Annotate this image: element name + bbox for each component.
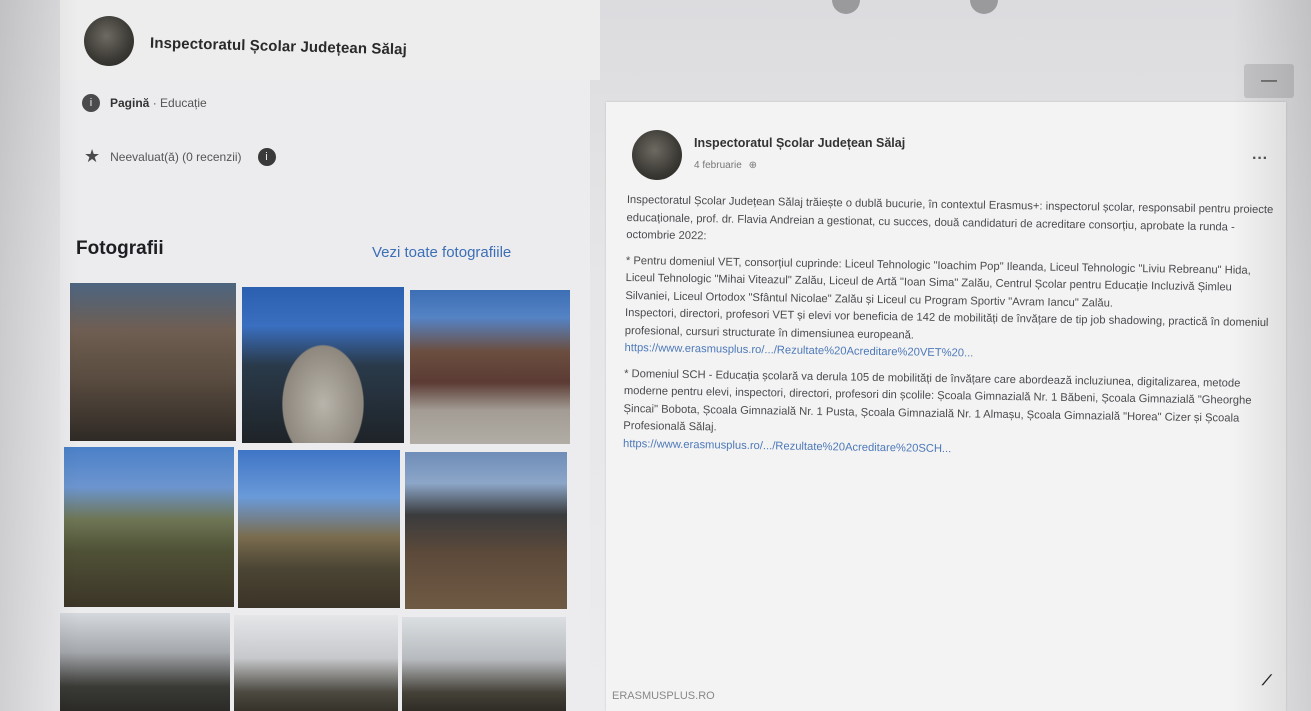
minimize-button[interactable]: —: [1244, 64, 1294, 98]
category-value[interactable]: Educație: [160, 96, 207, 110]
photo-thumbnail[interactable]: [242, 287, 404, 443]
photo-thumbnail[interactable]: [405, 452, 567, 609]
photo-thumbnail[interactable]: [64, 447, 234, 607]
category-row: i Pagină · Educație: [82, 94, 207, 112]
post-text: Inspectoratul Școlar Județean Sălaj trăi…: [623, 192, 1277, 471]
photo-thumbnail[interactable]: [60, 613, 230, 711]
post-link[interactable]: https://www.erasmusplus.ro/.../Rezultate…: [624, 342, 973, 359]
post-paragraph: * Domeniul SCH - Educația școlară va der…: [623, 367, 1252, 434]
reviews-info-badge[interactable]: i: [257, 147, 276, 166]
post-paragraph: Inspectoratul Școlar Județean Sălaj trăi…: [626, 193, 1274, 243]
post-link[interactable]: https://www.erasmusplus.ro/.../Rezultate…: [623, 437, 951, 454]
photo-thumbnail[interactable]: [234, 615, 398, 711]
photo-thumbnail[interactable]: [238, 450, 400, 608]
page-avatar[interactable]: [84, 16, 134, 66]
post-author-name[interactable]: Inspectoratul Școlar Județean Sălaj: [694, 136, 905, 150]
photo-thumbnail[interactable]: [70, 283, 236, 441]
reviews-row: ★ Neevaluat(ă) (0 recenzii) i: [84, 146, 276, 167]
star-icon: ★: [84, 146, 101, 166]
category-label: Pagină: [110, 96, 150, 110]
globe-icon: ⊕: [748, 160, 757, 171]
link-preview-domain[interactable]: ERASMUSPLUS.RO: [612, 690, 715, 702]
post-date-text[interactable]: 4 februarie: [694, 160, 742, 171]
photo-thumbnail[interactable]: [402, 617, 566, 711]
photos-section-title: Fotografii: [76, 238, 164, 259]
post-timestamp[interactable]: 4 februarie ⊕: [694, 160, 757, 171]
reviews-text[interactable]: Neevaluat(ă) (0 recenzii): [110, 150, 241, 164]
more-options-icon[interactable]: ···: [1252, 150, 1268, 168]
post-author-avatar[interactable]: [632, 130, 682, 180]
mouse-cursor-icon: ⟋: [1262, 672, 1272, 688]
see-all-photos-link[interactable]: Vezi toate fotografiile: [372, 244, 511, 261]
photo-thumbnail[interactable]: [410, 290, 570, 444]
info-icon: i: [82, 94, 100, 112]
